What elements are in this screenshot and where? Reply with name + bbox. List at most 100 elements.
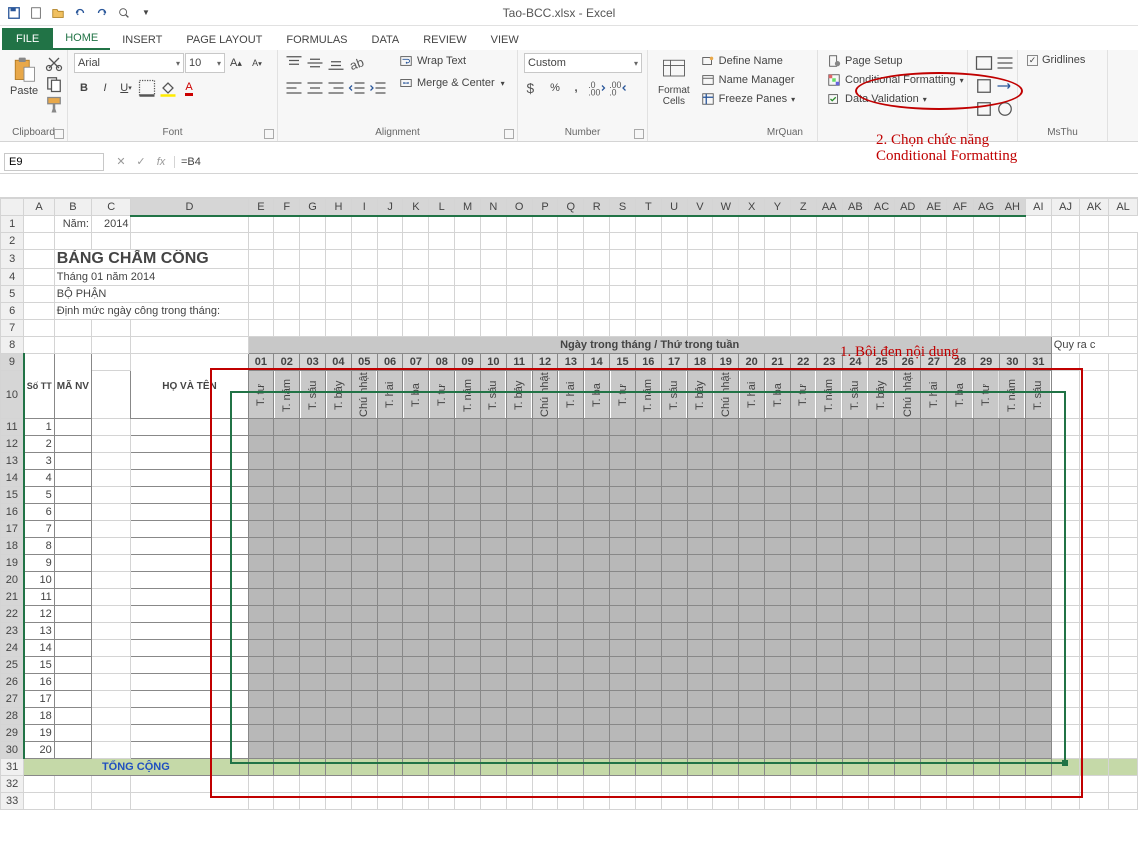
column-header[interactable]: AE	[921, 199, 947, 216]
fx-icon[interactable]: fx	[152, 153, 170, 171]
misc-icon-3[interactable]	[974, 76, 994, 96]
align-left-icon[interactable]	[284, 78, 304, 98]
bold-button[interactable]: B	[74, 78, 94, 98]
column-header[interactable]: N	[480, 199, 506, 216]
column-header[interactable]: R	[584, 199, 610, 216]
cut-icon[interactable]	[44, 53, 64, 73]
shrink-font-icon[interactable]: A▾	[247, 53, 267, 73]
column-header[interactable]: AB	[842, 199, 868, 216]
redo-icon[interactable]	[92, 3, 112, 23]
column-header[interactable]: F	[274, 199, 300, 216]
qat-more-icon[interactable]: ▼	[136, 3, 156, 23]
conditional-formatting-button[interactable]: Conditional Formatting▾	[824, 72, 967, 88]
increase-decimal-icon[interactable]: .0.00	[587, 78, 607, 98]
column-header[interactable]: U	[661, 199, 687, 216]
font-name-combo[interactable]: Arial▾	[74, 53, 184, 73]
fill-color-button[interactable]	[158, 78, 178, 98]
column-header[interactable]: L	[429, 199, 455, 216]
italic-button[interactable]: I	[95, 78, 115, 98]
column-header[interactable]: S	[610, 199, 636, 216]
tab-page-layout[interactable]: PAGE LAYOUT	[174, 30, 274, 50]
tab-home[interactable]: HOME	[53, 28, 110, 50]
misc-icon-2[interactable]	[995, 53, 1015, 73]
percent-format-icon[interactable]: %	[545, 78, 565, 98]
column-header[interactable]: X	[739, 199, 765, 216]
font-size-combo[interactable]: 10▾	[185, 53, 225, 73]
column-header[interactable]: O	[506, 199, 532, 216]
decrease-decimal-icon[interactable]: .00.0	[608, 78, 628, 98]
column-header[interactable]: AI	[1025, 199, 1051, 216]
column-header[interactable]: B	[54, 199, 91, 216]
format-cells-button[interactable]: Format Cells	[654, 53, 694, 109]
column-header[interactable]: C	[91, 199, 130, 216]
column-header[interactable]: AA	[816, 199, 842, 216]
column-header[interactable]: Z	[790, 199, 816, 216]
formula-bar[interactable]: =B4	[174, 156, 1138, 168]
column-header[interactable]: J	[377, 199, 403, 216]
tab-formulas[interactable]: FORMULAS	[274, 30, 359, 50]
column-header[interactable]: AD	[895, 199, 921, 216]
column-header[interactable]: I	[351, 199, 377, 216]
tab-file[interactable]: FILE	[2, 28, 53, 50]
align-right-icon[interactable]	[326, 78, 346, 98]
align-top-icon[interactable]	[284, 53, 304, 73]
misc-icon-1[interactable]	[974, 53, 994, 73]
grow-font-icon[interactable]: A▴	[226, 53, 246, 73]
column-header[interactable]: H	[326, 199, 352, 216]
enter-formula-icon[interactable]: ✓	[132, 153, 150, 171]
font-color-button[interactable]: A	[179, 78, 199, 98]
number-launcher-icon[interactable]	[634, 129, 644, 139]
number-format-combo[interactable]: Custom▾	[524, 53, 642, 73]
worksheet[interactable]: ABCDEFGHIJKLMNOPQRSTUVWXYZAAABACADAEAFAG…	[0, 198, 1138, 810]
column-header[interactable]: V	[687, 199, 713, 216]
tab-review[interactable]: REVIEW	[411, 30, 478, 50]
comma-format-icon[interactable]: ,	[566, 78, 586, 98]
merge-center-button[interactable]: Merge & Center▾	[396, 75, 508, 91]
column-header[interactable]: Y	[765, 199, 791, 216]
column-header[interactable]: Q	[558, 199, 584, 216]
undo-icon[interactable]	[70, 3, 90, 23]
align-center-icon[interactable]	[305, 78, 325, 98]
misc-icon-6[interactable]	[995, 99, 1015, 119]
paste-button[interactable]: Paste	[6, 53, 42, 99]
define-name-button[interactable]: Define Name	[698, 53, 799, 69]
copy-icon[interactable]	[44, 74, 64, 94]
column-header[interactable]: K	[403, 199, 429, 216]
freeze-panes-button[interactable]: Freeze Panes▾	[698, 91, 799, 107]
save-icon[interactable]	[4, 3, 24, 23]
name-manager-button[interactable]: Name Manager	[698, 72, 799, 88]
align-middle-icon[interactable]	[305, 53, 325, 73]
name-box[interactable]	[4, 153, 104, 171]
column-header[interactable]: W	[713, 199, 739, 216]
column-header[interactable]: AF	[947, 199, 973, 216]
tab-insert[interactable]: INSERT	[110, 30, 174, 50]
tab-data[interactable]: DATA	[360, 30, 412, 50]
column-header[interactable]: AH	[999, 199, 1025, 216]
wrap-text-button[interactable]: Wrap Text	[396, 53, 508, 69]
misc-icon-5[interactable]	[974, 99, 994, 119]
alignment-launcher-icon[interactable]	[504, 129, 514, 139]
column-header[interactable]: A	[24, 199, 55, 216]
underline-button[interactable]: U▾	[116, 78, 136, 98]
increase-indent-icon[interactable]	[368, 78, 388, 98]
column-header[interactable]: T	[635, 199, 661, 216]
column-header[interactable]: AG	[973, 199, 999, 216]
gridlines-checkbox[interactable]: ✓Gridlines	[1024, 53, 1088, 67]
column-header[interactable]: G	[300, 199, 326, 216]
column-header[interactable]: AJ	[1051, 199, 1080, 216]
misc-icon-4[interactable]	[995, 76, 1015, 96]
cancel-formula-icon[interactable]: ✕	[112, 153, 130, 171]
format-painter-icon[interactable]	[44, 95, 64, 115]
column-header[interactable]: AK	[1080, 199, 1109, 216]
orientation-icon[interactable]: ab	[347, 53, 367, 73]
column-header[interactable]: M	[455, 199, 481, 216]
open-icon[interactable]	[48, 3, 68, 23]
decrease-indent-icon[interactable]	[347, 78, 367, 98]
data-validation-button[interactable]: Data Validation▾	[824, 91, 930, 107]
page-setup-button[interactable]: Page Setup	[824, 53, 906, 69]
font-launcher-icon[interactable]	[264, 129, 274, 139]
column-header[interactable]: AC	[868, 199, 894, 216]
new-icon[interactable]	[26, 3, 46, 23]
border-button[interactable]	[137, 78, 157, 98]
column-header[interactable]: P	[532, 199, 558, 216]
